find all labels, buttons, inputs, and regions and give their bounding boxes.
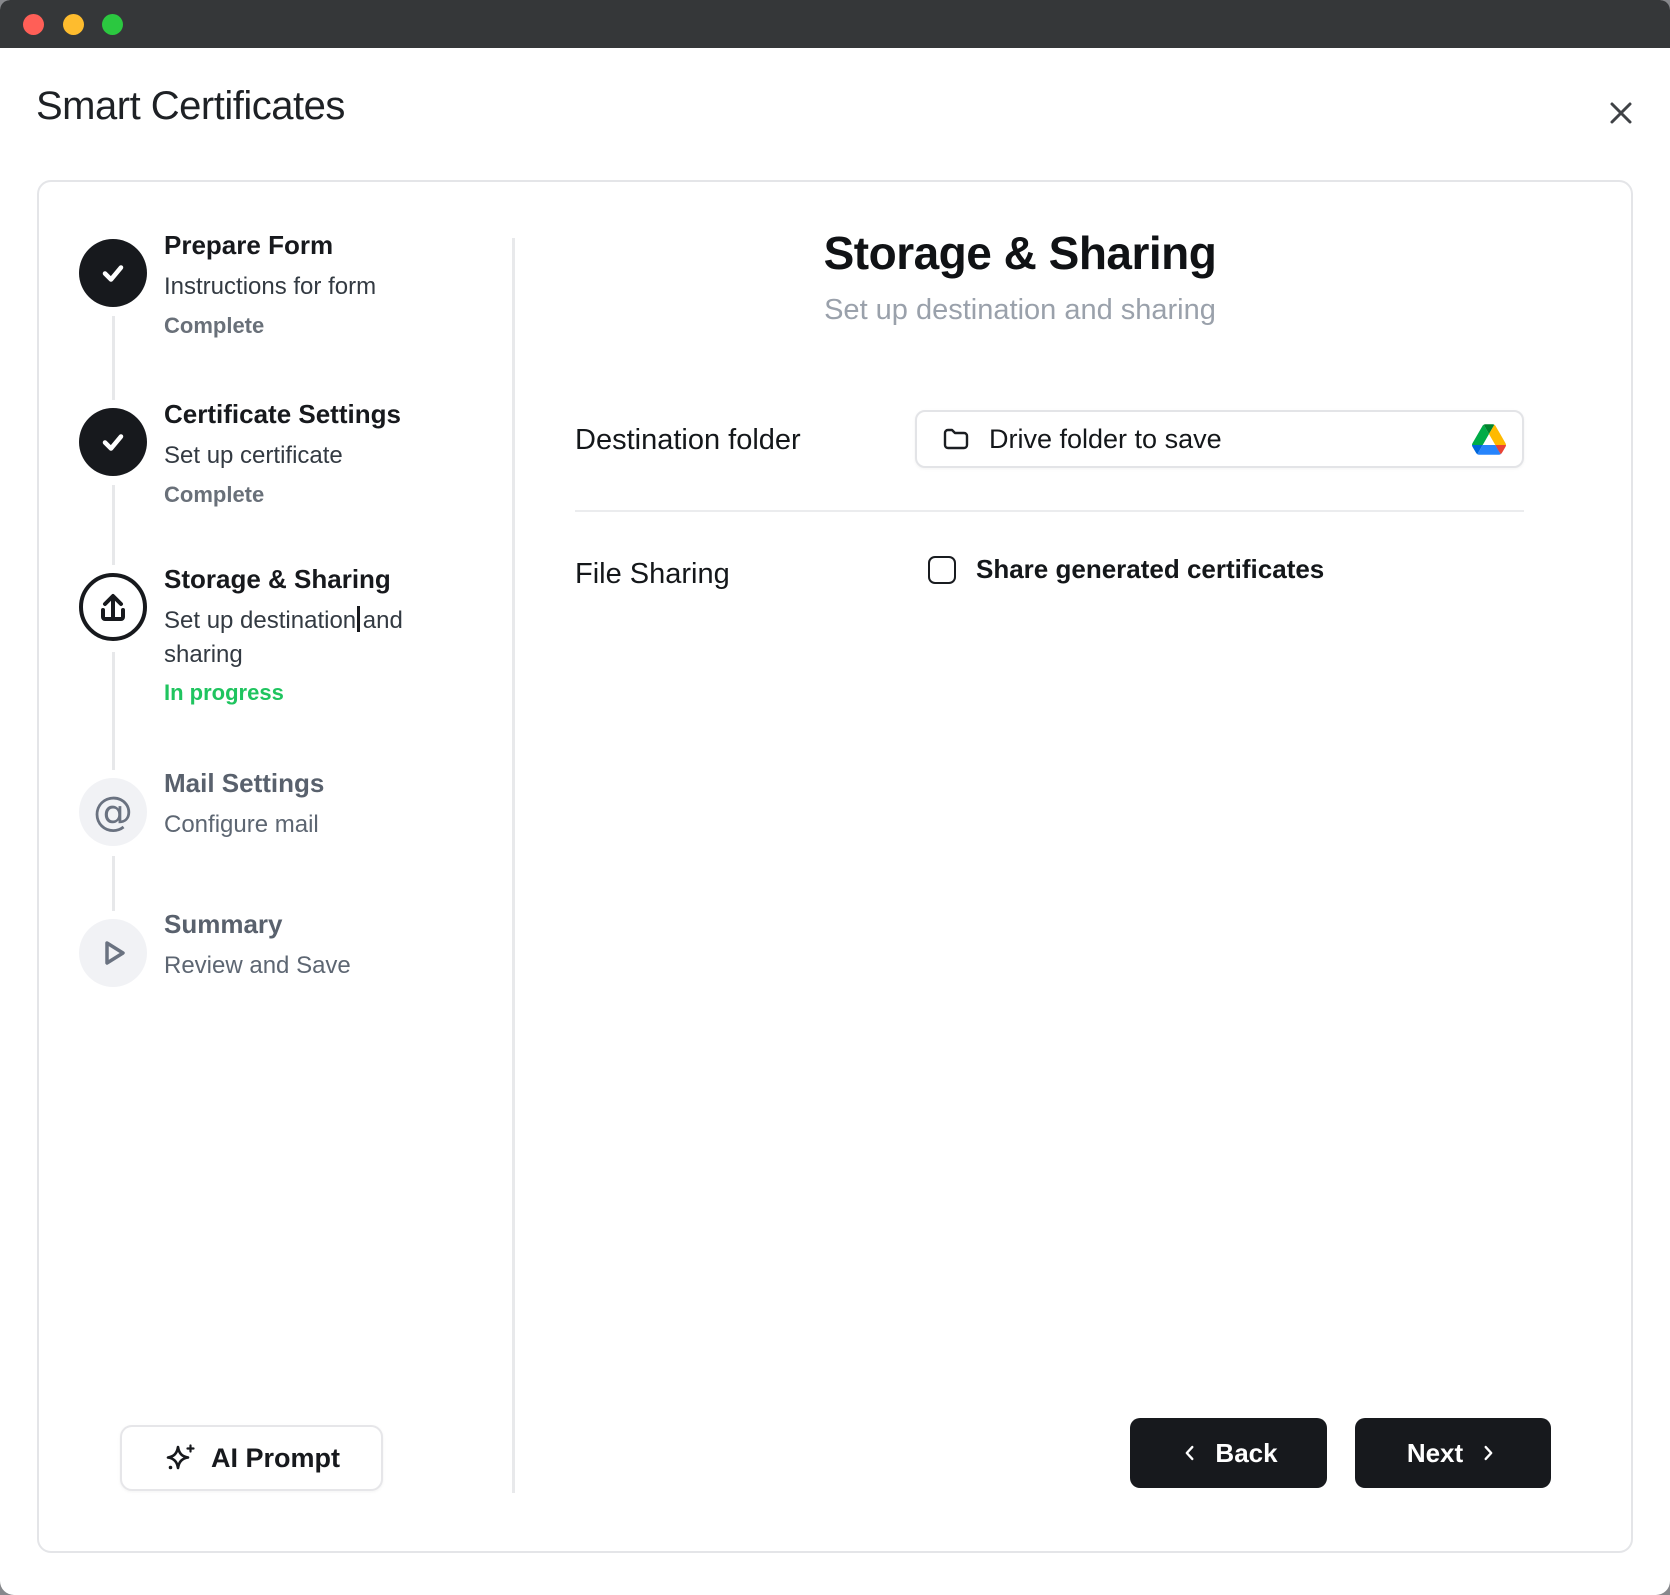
chevron-right-icon — [1477, 1442, 1499, 1464]
sidebar-item-prepare-form[interactable]: Prepare Form Instructions for form Compl… — [164, 230, 464, 339]
stepper-divider — [512, 238, 515, 1493]
traffic-light-zoom-icon[interactable] — [102, 14, 123, 35]
check-icon — [96, 256, 130, 290]
content-title: Storage & Sharing — [515, 226, 1525, 280]
content-subtitle: Set up destination and sharing — [515, 294, 1525, 327]
step-status: Complete — [164, 482, 464, 508]
ai-prompt-button[interactable]: AI Prompt — [120, 1425, 383, 1491]
share-certificates-option[interactable]: Share generated certificates — [928, 554, 1324, 585]
back-button[interactable]: Back — [1130, 1418, 1327, 1488]
step-subtitle: Set up certificate — [164, 439, 464, 473]
check-icon — [96, 425, 130, 459]
step-subtitle: Configure mail — [164, 808, 464, 842]
next-button[interactable]: Next — [1355, 1418, 1551, 1488]
step-title: Mail Settings — [164, 768, 464, 799]
google-drive-icon — [1472, 424, 1506, 455]
destination-folder-label: Destination folder — [575, 424, 801, 457]
sidebar-item-certificate-settings[interactable]: Certificate Settings Set up certificate … — [164, 399, 464, 508]
sparkle-icon — [163, 1441, 197, 1475]
file-sharing-label: File Sharing — [575, 558, 730, 591]
page-title: Smart Certificates — [36, 84, 345, 129]
step-2-indicator[interactable] — [79, 408, 147, 476]
step-connector — [112, 485, 115, 565]
step-title: Summary — [164, 909, 464, 940]
ai-prompt-label: AI Prompt — [211, 1443, 340, 1474]
traffic-light-close-icon[interactable] — [23, 14, 44, 35]
smart-certificates-window: Smart Certificates Prepare Form Instruct… — [0, 0, 1670, 1595]
step-status: Complete — [164, 313, 464, 339]
folder-icon — [941, 424, 971, 454]
wizard-panel — [37, 180, 1633, 1553]
step-1-indicator[interactable] — [79, 239, 147, 307]
close-button[interactable] — [1598, 90, 1644, 136]
step-subtitle: Instructions for form — [164, 270, 464, 304]
drive-folder-picker-button[interactable]: Drive folder to save — [915, 410, 1524, 468]
titlebar — [0, 0, 1670, 48]
play-icon — [94, 934, 132, 972]
text-caret — [357, 606, 360, 632]
sidebar-item-summary[interactable]: Summary Review and Save — [164, 909, 464, 992]
step-connector — [112, 652, 115, 770]
traffic-light-minimize-icon[interactable] — [63, 14, 84, 35]
at-icon — [93, 789, 133, 835]
step-4-indicator[interactable] — [79, 778, 147, 846]
sidebar-item-mail-settings[interactable]: Mail Settings Configure mail — [164, 768, 464, 851]
share-certificates-checkbox-label: Share generated certificates — [976, 554, 1324, 585]
step-status: In progress — [164, 680, 464, 706]
chevron-left-icon — [1179, 1442, 1201, 1464]
step-title: Prepare Form — [164, 230, 464, 261]
close-icon — [1605, 97, 1637, 129]
next-button-label: Next — [1407, 1438, 1463, 1469]
step-5-indicator[interactable] — [79, 919, 147, 987]
section-divider — [575, 510, 1524, 512]
step-title: Certificate Settings — [164, 399, 464, 430]
step-subtitle: Set up destination and sharing — [164, 604, 414, 671]
step-subtitle: Review and Save — [164, 949, 464, 983]
drive-folder-picker-label: Drive folder to save — [989, 424, 1454, 455]
step-connector — [112, 316, 115, 400]
step-3-indicator[interactable] — [79, 573, 147, 641]
sidebar-item-storage-sharing[interactable]: Storage & Sharing Set up destination and… — [164, 564, 464, 706]
share-certificates-checkbox[interactable] — [928, 556, 956, 584]
upload-icon — [94, 588, 132, 626]
back-button-label: Back — [1215, 1438, 1277, 1469]
step-title: Storage & Sharing — [164, 564, 464, 595]
step-connector — [112, 856, 115, 911]
